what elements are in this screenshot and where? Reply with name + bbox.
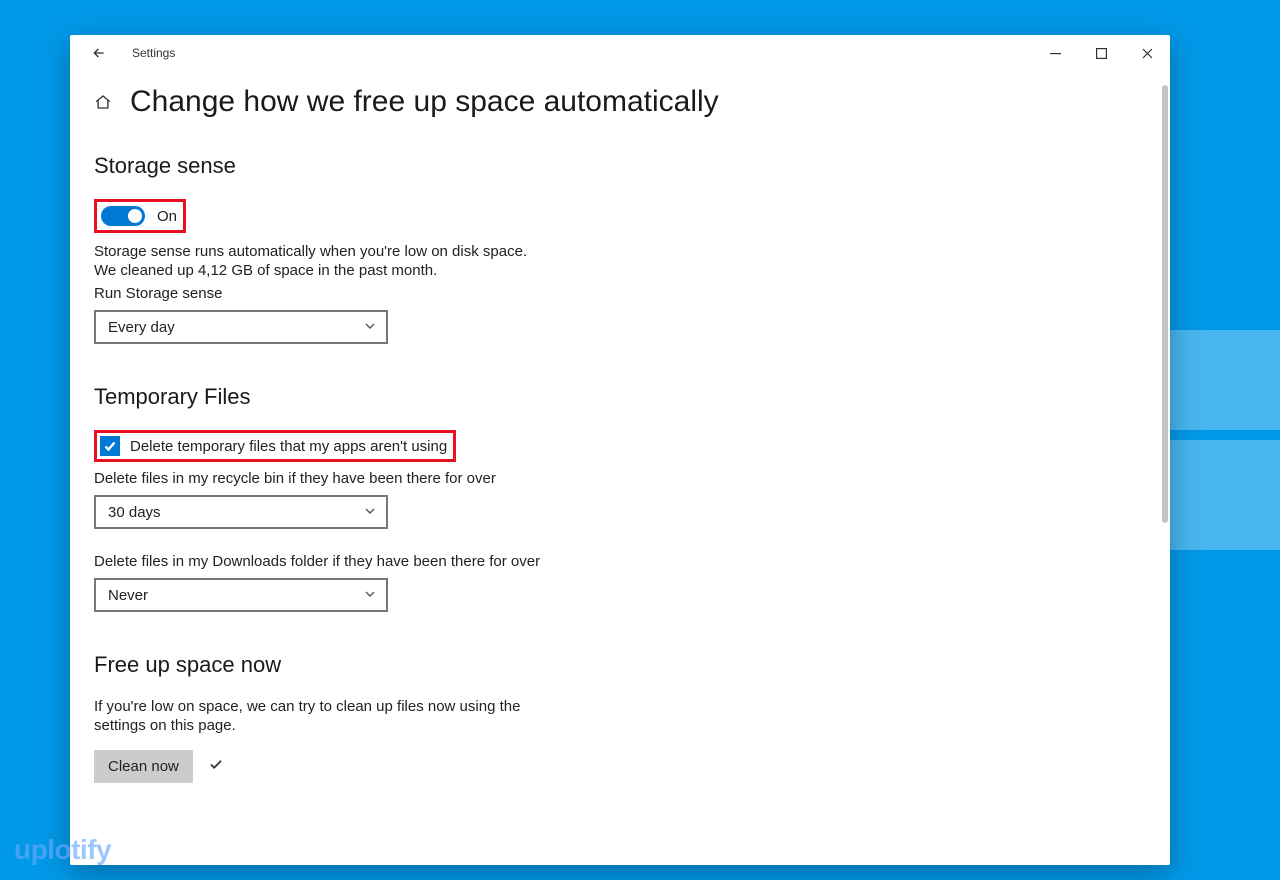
app-title: Settings [132,46,175,60]
storage-sense-toggle-highlight: On [94,199,186,233]
window-controls [1032,35,1170,71]
storage-sense-desc-1: Storage sense runs automatically when yo… [94,243,1138,260]
minimize-button[interactable] [1032,35,1078,71]
free-up-heading: Free up space now [94,652,1138,678]
delete-temp-files-highlight: Delete temporary files that my apps aren… [94,430,456,462]
recycle-bin-select[interactable]: 30 days [94,495,388,529]
scrollbar-thumb[interactable] [1162,85,1168,523]
downloads-select[interactable]: Never [94,578,388,612]
scrollbar[interactable] [1162,85,1168,815]
downloads-label: Delete files in my Downloads folder if t… [94,553,1138,570]
back-button[interactable] [84,38,114,68]
settings-window: Settings Change how we free up space aut… [70,35,1170,865]
watermark: uplotify [14,834,111,866]
chevron-down-icon [364,319,376,336]
storage-sense-desc-2: We cleaned up 4,12 GB of space in the pa… [94,262,1138,279]
chevron-down-icon [364,504,376,521]
titlebar: Settings [70,35,1170,71]
free-up-desc-1: If you're low on space, we can try to cl… [94,698,1138,715]
free-up-desc-2: settings on this page. [94,717,1138,734]
recycle-bin-value: 30 days [108,504,161,521]
run-storage-sense-label: Run Storage sense [94,285,1138,302]
storage-sense-toggle-label: On [157,208,177,225]
run-storage-sense-value: Every day [108,319,175,336]
check-icon [209,757,223,776]
chevron-down-icon [364,587,376,604]
close-button[interactable] [1124,35,1170,71]
storage-sense-heading: Storage sense [94,153,1138,179]
run-storage-sense-select[interactable]: Every day [94,310,388,344]
recycle-bin-label: Delete files in my recycle bin if they h… [94,470,1138,487]
content-area: Change how we free up space automaticall… [70,71,1162,865]
delete-temp-files-label: Delete temporary files that my apps aren… [130,438,447,455]
delete-temp-files-checkbox[interactable] [100,436,120,456]
clean-now-button[interactable]: Clean now [94,750,193,783]
temp-files-heading: Temporary Files [94,384,1138,410]
home-button[interactable] [94,93,112,111]
downloads-value: Never [108,587,148,604]
maximize-button[interactable] [1078,35,1124,71]
page-title: Change how we free up space automaticall… [130,85,719,119]
storage-sense-toggle[interactable] [101,206,145,226]
